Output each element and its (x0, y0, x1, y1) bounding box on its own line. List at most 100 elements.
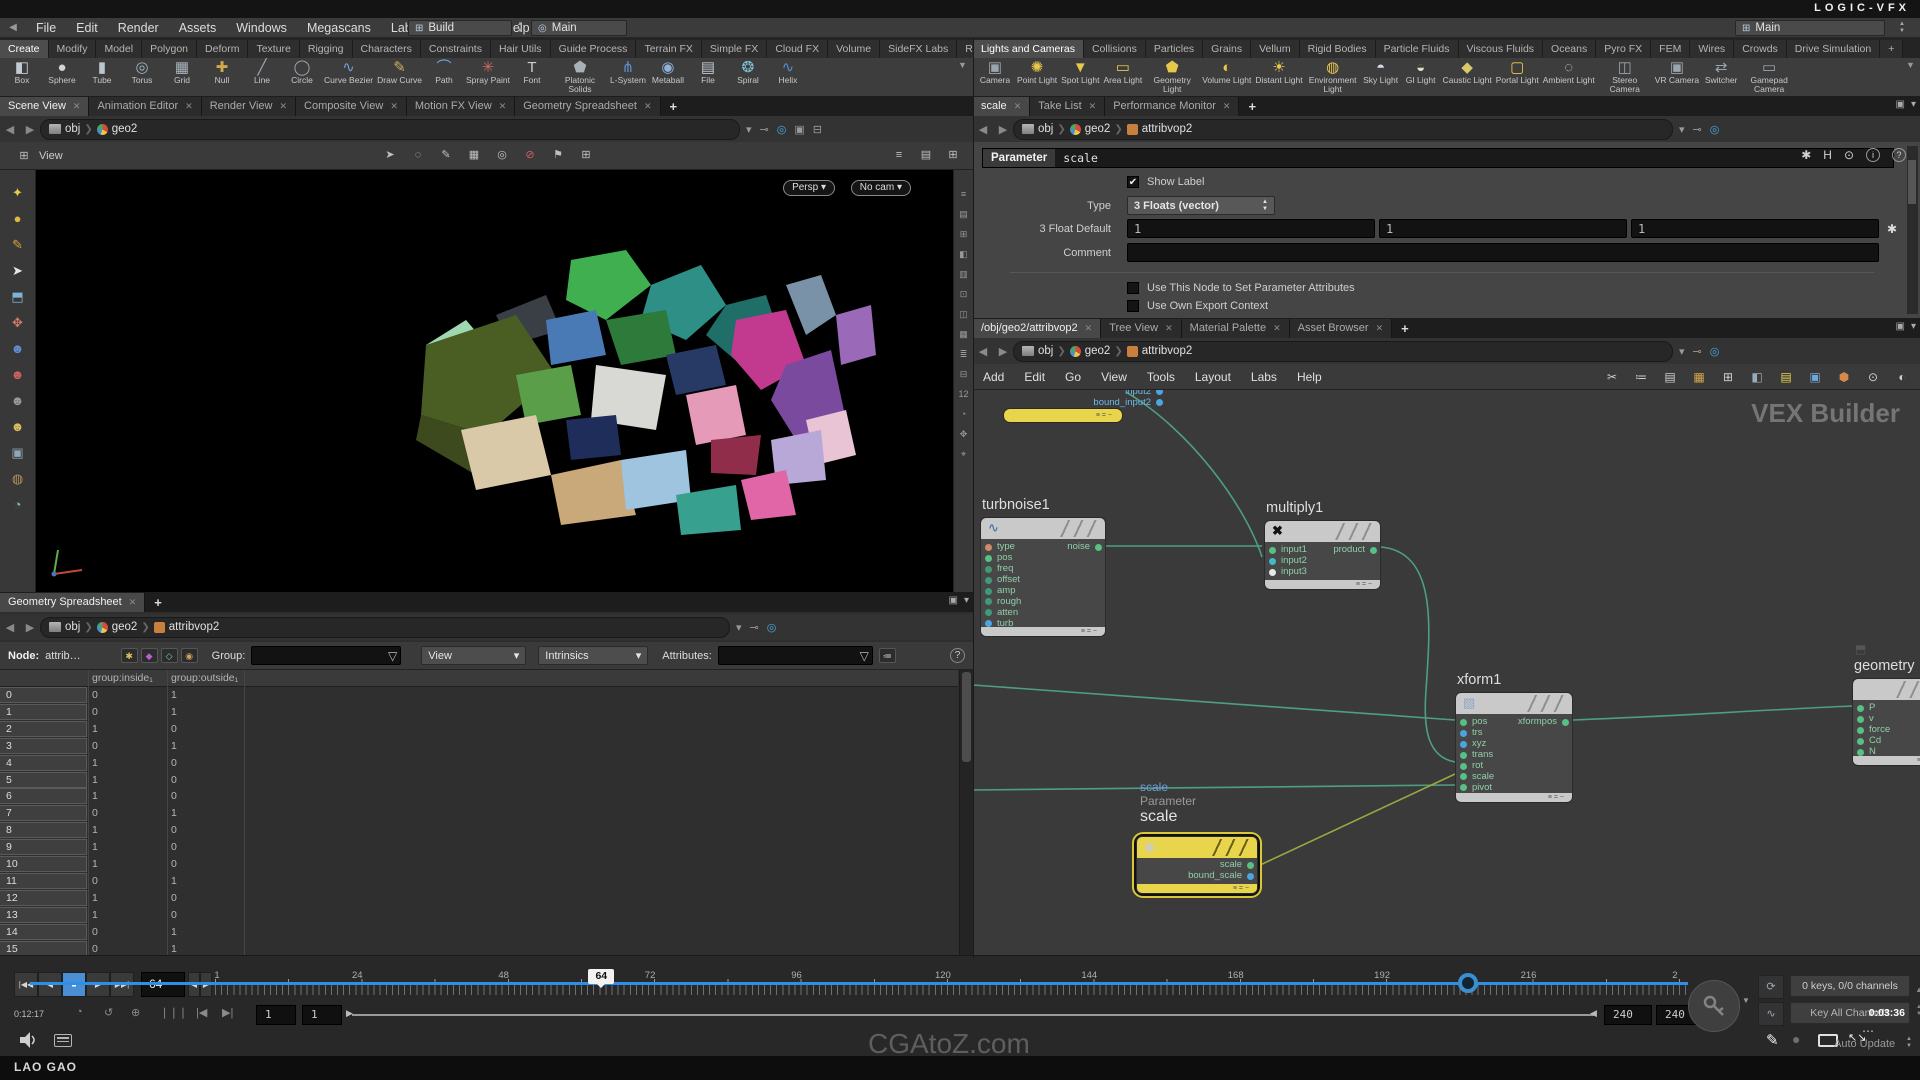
shelf-tab-guide-process[interactable]: Guide Process (551, 40, 637, 58)
port-dot[interactable] (1857, 705, 1864, 712)
net-menu-labs[interactable]: Labs (1241, 370, 1287, 384)
add-tab-button[interactable]: + (661, 97, 687, 116)
add-shelf-tab[interactable]: + (1880, 40, 1903, 58)
close-icon[interactable]: ✕ (1089, 97, 1097, 116)
comment-field[interactable] (1127, 243, 1879, 262)
nav-back-icon[interactable]: ◀ (973, 345, 993, 358)
network-path-field[interactable]: obj❯geo2❯attribvop2 (1013, 341, 1673, 362)
input-port-input2[interactable]: input2 (1265, 556, 1380, 567)
shelf-tool-box[interactable]: ◧Box (2, 58, 42, 85)
organize-icon[interactable]: ✂ (1602, 368, 1622, 386)
port-dot[interactable] (1156, 399, 1163, 406)
mirror-disable-icon[interactable]: ⊘ (520, 146, 540, 164)
port-dot[interactable] (1857, 727, 1864, 734)
input-port-rough[interactable]: rough (981, 596, 1105, 607)
port-dot[interactable] (1460, 730, 1467, 737)
shelf-tool-sky-light[interactable]: ◓Sky Light (1361, 58, 1401, 85)
gs-pane-controls[interactable]: ▣▾ (949, 595, 969, 606)
port-dot[interactable] (1857, 716, 1864, 723)
playbar-track[interactable] (30, 982, 1688, 985)
port-dot[interactable] (1370, 547, 1377, 554)
menu-render[interactable]: Render (108, 18, 169, 38)
tab-take-list[interactable]: Take List✕ (1030, 97, 1105, 116)
path-item-geo2[interactable]: geo2 (97, 621, 138, 633)
playback-start-field[interactable]: 1 (302, 1005, 342, 1025)
tab-material-palette[interactable]: Material Palette✕ (1182, 319, 1290, 338)
close-icon[interactable]: ✕ (499, 97, 507, 116)
shelf-tab-viscous-fluids[interactable]: Viscous Fluids (1459, 40, 1544, 58)
update-spinner[interactable]: ▲▼ (1906, 1036, 1912, 1050)
close-icon[interactable]: ✕ (644, 97, 652, 116)
net-menu-tools[interactable]: Tools (1137, 370, 1185, 384)
houdini-badge-icon[interactable]: H (1823, 148, 1832, 162)
port-dot[interactable] (1857, 749, 1864, 756)
tree-icon[interactable]: ≔ (1631, 368, 1651, 386)
tab-asset-browser[interactable]: Asset Browser✕ (1290, 319, 1392, 338)
shelf-left-overflow-icon[interactable]: ▼ (958, 60, 967, 70)
shelf-right-overflow-icon[interactable]: ▼ (1906, 60, 1915, 70)
shelf-tab-fem[interactable]: FEM (1651, 40, 1690, 58)
input-port-scale[interactable]: scale (1456, 771, 1572, 782)
nav-forward-icon[interactable]: ▶ (993, 123, 1013, 136)
desktop-main-dropdown[interactable]: ⊞ Main (1735, 20, 1885, 36)
shelf-tab-create[interactable]: Create (0, 40, 49, 58)
shelf-tool-geometry-light[interactable]: ⬟Geometry Light (1144, 58, 1200, 94)
build-spinner[interactable]: ▲▼ (514, 21, 526, 35)
image-icon[interactable]: ▣ (1805, 368, 1825, 386)
shelf-tab-oceans[interactable]: Oceans (1543, 40, 1596, 58)
key-all-channels-button[interactable]: Key All Channels 0:03:36 ▲▼ (1790, 1002, 1910, 1024)
more-dots-icon[interactable]: ⋯ (1862, 1024, 1874, 1038)
port-dot[interactable] (1562, 719, 1569, 726)
path-item-attribvop2[interactable]: attribvop2 (1127, 123, 1193, 135)
param-path-field[interactable]: obj❯geo2❯attribvop2 (1013, 119, 1673, 140)
filter-funnel-icon[interactable]: ▽ (860, 649, 869, 663)
shelf-tool-metaball[interactable]: ◉Metaball (648, 58, 688, 85)
display-option-extra-1[interactable]: ✥ (960, 430, 968, 439)
nav-forward-icon[interactable]: ▶ (993, 345, 1013, 358)
light-tool-icon[interactable]: ✦ (7, 184, 29, 202)
display-option-icon-5[interactable]: ⊡ (960, 290, 968, 299)
row-header[interactable]: 12 (0, 890, 87, 906)
path-item-geo2[interactable]: geo2 (1070, 345, 1111, 357)
menu-megascans[interactable]: Megascans (297, 18, 381, 38)
shelf-tab-redshift[interactable]: Redshift (957, 40, 973, 58)
port-dot[interactable] (1460, 719, 1467, 726)
display-option-icon-3[interactable]: ◧ (959, 250, 968, 259)
display-option-icon-4[interactable]: ▥ (959, 270, 968, 279)
input-port-pos[interactable]: pos (981, 553, 1105, 564)
shelf-tab-cloud-fx[interactable]: Cloud FX (767, 40, 828, 58)
close-icon[interactable]: ✕ (390, 97, 398, 116)
net-menu-go[interactable]: Go (1055, 370, 1091, 384)
output-port-scale[interactable]: scale (1188, 860, 1254, 871)
shelf-tab-particles[interactable]: Particles (1146, 40, 1203, 58)
paint-tool-icon[interactable]: ✎ (7, 236, 29, 254)
info-icon[interactable]: i (1866, 148, 1880, 162)
layout-panes-icon[interactable]: ▤ (916, 146, 936, 164)
param-path-icons[interactable]: ▾⊸ ◎ (1673, 123, 1725, 136)
shelf-tab-model[interactable]: Model (96, 40, 142, 58)
display-option-extra-2[interactable]: ⌖ (961, 450, 966, 459)
character-yellow-icon[interactable]: ☻ (7, 418, 29, 436)
snap-grid-icon[interactable]: ▦ (464, 146, 484, 164)
output-port-bound-input2[interactable]: bound_input2 (1003, 397, 1163, 408)
search-icon[interactable]: ⊙ (1844, 148, 1854, 162)
pose-red-character-icon[interactable]: ☻ (7, 366, 29, 384)
input-port-freq[interactable]: freq (981, 564, 1105, 575)
port-dot[interactable] (985, 609, 992, 616)
port-dot[interactable] (985, 577, 992, 584)
key-options-dropdown[interactable]: ▼ (1742, 996, 1750, 1005)
menu-assets[interactable]: Assets (169, 18, 227, 38)
tab-geometry-spreadsheet[interactable]: Geometry Spreadsheet✕ (0, 593, 145, 612)
tab-scale[interactable]: scale✕ (973, 97, 1030, 116)
shelf-tab-deform[interactable]: Deform (197, 40, 248, 58)
input-port-rot[interactable]: rot (1456, 761, 1572, 772)
desktop-build-dropdown[interactable]: ⊞ Build (408, 20, 512, 36)
parameter-name-field[interactable]: scale (1055, 151, 1106, 165)
vertices-mode-icon[interactable]: ◆ (141, 648, 158, 663)
menu-file[interactable]: File (26, 18, 66, 38)
row-header[interactable]: 11 (0, 873, 87, 889)
shelf-tab-volume[interactable]: Volume (828, 40, 880, 58)
port-dot[interactable] (1156, 390, 1163, 395)
shelf-tab-particle-fluids[interactable]: Particle Fluids (1376, 40, 1459, 58)
shelf-tool-tube[interactable]: ▮Tube (82, 58, 122, 85)
